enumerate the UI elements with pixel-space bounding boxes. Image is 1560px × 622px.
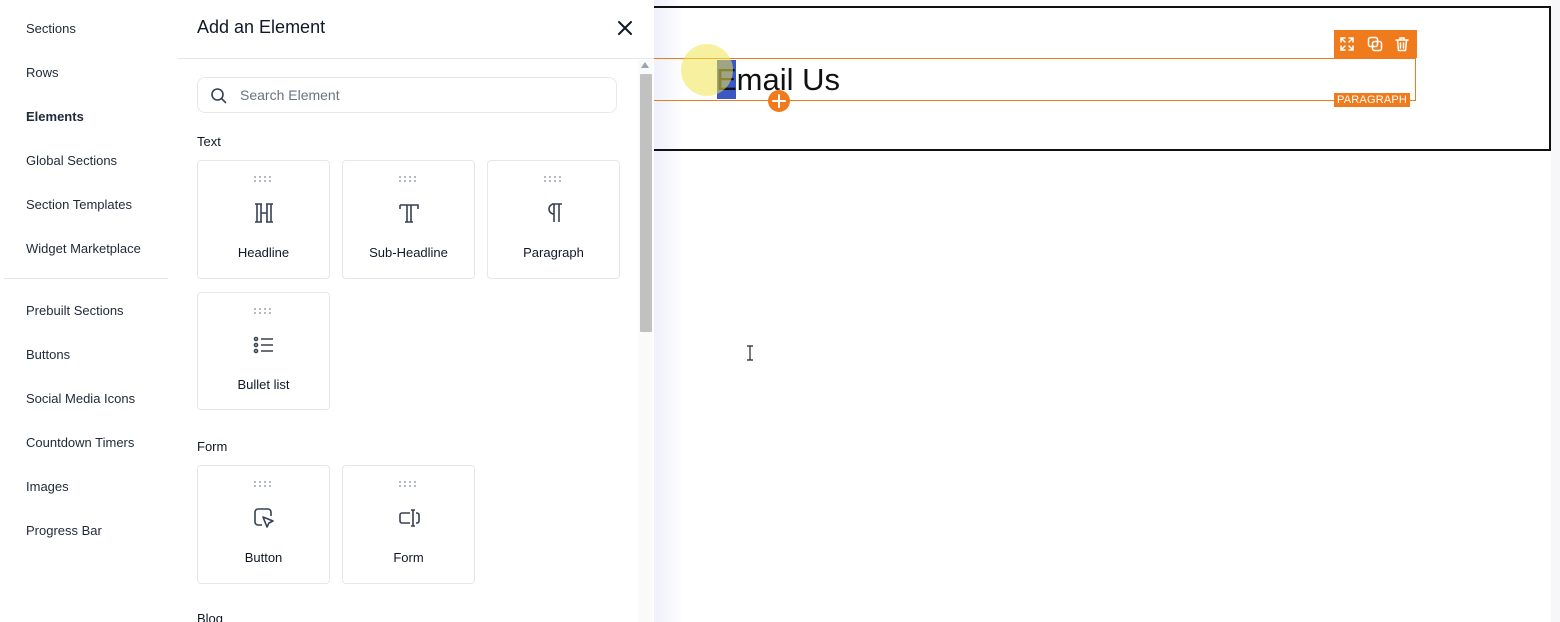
click-highlight bbox=[681, 44, 733, 96]
nav-item-social-media-icons[interactable]: Social Media Icons bbox=[26, 391, 135, 406]
duplicate-icon[interactable] bbox=[1367, 36, 1383, 52]
nav-item-rows[interactable]: Rows bbox=[26, 65, 59, 80]
nav-item-section-templates[interactable]: Section Templates bbox=[26, 197, 132, 212]
nav-item-widget-marketplace[interactable]: Widget Marketplace bbox=[26, 241, 141, 256]
nav-item-elements[interactable]: Elements bbox=[26, 109, 84, 124]
group-label-blog: Blog bbox=[197, 611, 224, 622]
nav-item-progress-bar[interactable]: Progress Bar bbox=[26, 523, 102, 538]
form-input-icon bbox=[399, 509, 420, 527]
expand-icon[interactable] bbox=[1339, 36, 1355, 52]
plus-icon bbox=[772, 94, 786, 108]
sub-headline-icon bbox=[399, 204, 419, 223]
element-card-button[interactable]: Button bbox=[197, 465, 330, 584]
element-label: Sub-Headline bbox=[369, 245, 448, 260]
element-toolbar bbox=[1334, 30, 1417, 58]
element-card-form[interactable]: Form bbox=[342, 465, 475, 584]
nav-divider bbox=[4, 278, 168, 279]
drag-handle-icon bbox=[254, 308, 271, 314]
element-card-sub-headline[interactable]: Sub-Headline bbox=[342, 160, 475, 279]
search-icon bbox=[211, 88, 227, 104]
drag-handle-icon bbox=[544, 176, 561, 182]
element-card-bullet-list[interactable]: Bullet list bbox=[197, 292, 330, 410]
headline-icon bbox=[255, 203, 273, 223]
text-cursor-icon bbox=[747, 345, 753, 361]
nav-item-global-sections[interactable]: Global Sections bbox=[26, 153, 117, 168]
nav-item-prebuilt-sections[interactable]: Prebuilt Sections bbox=[26, 303, 124, 318]
nav-item-sections[interactable]: Sections bbox=[26, 21, 76, 36]
element-label: Paragraph bbox=[523, 245, 584, 260]
paragraph-icon bbox=[548, 203, 562, 222]
element-card-headline[interactable]: Headline bbox=[197, 160, 330, 279]
element-card-paragraph[interactable]: Paragraph bbox=[487, 160, 620, 279]
element-type-badge: PARAGRAPH bbox=[1334, 93, 1411, 107]
add-element-button[interactable] bbox=[768, 90, 790, 112]
drag-handle-icon bbox=[399, 481, 416, 487]
close-icon bbox=[618, 21, 632, 35]
add-element-panel: Add an Element Text Headline Sub-He bbox=[178, 0, 654, 622]
nav-item-buttons[interactable]: Buttons bbox=[26, 347, 70, 362]
drag-handle-icon bbox=[254, 176, 271, 182]
nav-item-images[interactable]: Images bbox=[26, 479, 69, 494]
group-label-form: Form bbox=[197, 439, 228, 454]
drag-handle-icon bbox=[399, 176, 416, 182]
trash-icon[interactable] bbox=[1394, 36, 1410, 52]
nav-item-countdown-timers[interactable]: Countdown Timers bbox=[26, 435, 134, 450]
canvas-right-edge bbox=[1551, 0, 1560, 622]
close-panel-button[interactable] bbox=[614, 17, 636, 39]
search-box bbox=[197, 77, 617, 113]
scrollbar-thumb[interactable] bbox=[640, 74, 652, 332]
group-label-text: Text bbox=[197, 134, 221, 149]
panel-title: Add an Element bbox=[197, 17, 326, 37]
element-label: Form bbox=[393, 550, 424, 565]
search-element-input[interactable] bbox=[240, 78, 600, 112]
scroll-up-arrow-icon[interactable] bbox=[641, 62, 649, 68]
bullet-list-icon bbox=[253, 336, 273, 354]
element-label: Bullet list bbox=[237, 377, 290, 392]
element-label: Headline bbox=[237, 245, 290, 260]
button-cursor-icon bbox=[254, 508, 274, 528]
panel-header: Add an Element bbox=[178, 0, 654, 59]
left-nav: Sections Rows Elements Global Sections S… bbox=[0, 0, 178, 622]
drag-handle-icon bbox=[254, 481, 271, 487]
element-label: Button bbox=[244, 550, 283, 565]
